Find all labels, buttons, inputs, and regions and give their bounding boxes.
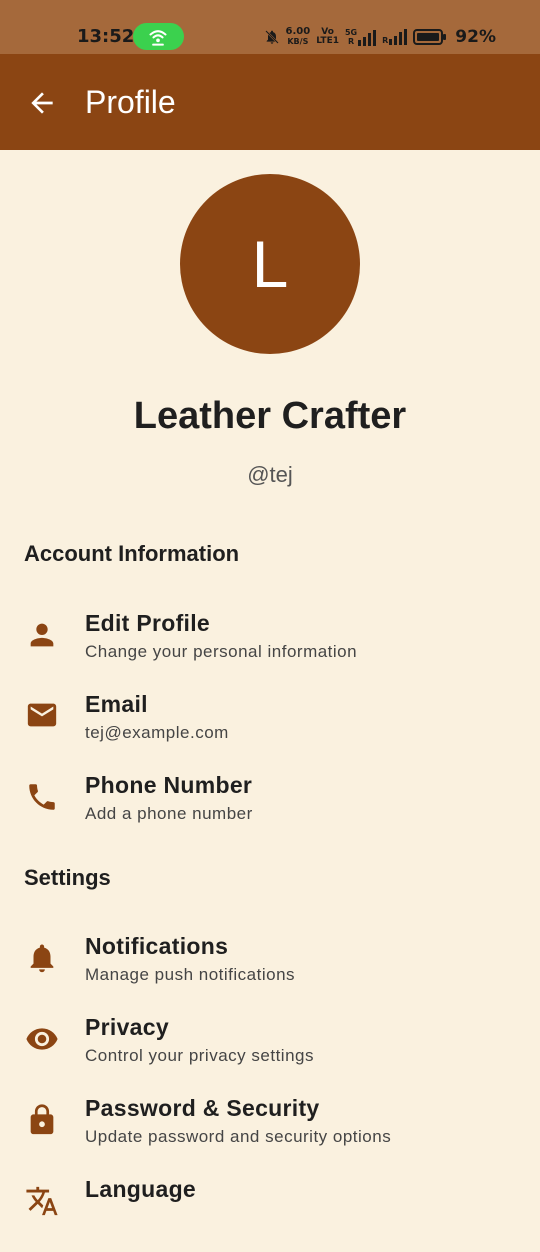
sim2-signal: R: [382, 29, 408, 45]
avatar-initial: L: [251, 227, 289, 301]
sim1-roaming: R: [347, 37, 355, 46]
status-icons: 6.00 KB/S Vo LTE1 5G R R 92%: [264, 27, 496, 47]
net-speed-unit: KB/S: [287, 37, 309, 46]
list-item-title: Language: [85, 1176, 197, 1202]
app-bar: Profile: [0, 54, 540, 150]
list-item-subtitle: tej@example.com: [85, 723, 229, 742]
list-item-title: Email: [85, 691, 148, 717]
list-item-password-security[interactable]: Password & Security Update password and …: [0, 1095, 540, 1171]
list-item-title: Notifications: [85, 933, 229, 959]
network-speed: 6.00 KB/S: [286, 27, 311, 47]
sim1-signal: 5G R: [344, 28, 377, 46]
bell-icon: [30, 944, 54, 973]
sim2-roaming: R: [382, 36, 389, 45]
volte-bottom: LTE1: [316, 36, 339, 46]
phone-icon: [29, 784, 55, 810]
list-item-title: Edit Profile: [85, 610, 211, 636]
list-item-subtitle: Change your personal information: [85, 642, 358, 661]
list-item-notifications[interactable]: Notifications Manage push notifications: [0, 933, 540, 1009]
battery-icon: [413, 29, 447, 45]
list-item-subtitle: Add a phone number: [85, 804, 253, 823]
list-item-phone[interactable]: Phone Number Add a phone number: [0, 772, 540, 848]
section-title-settings: Settings: [24, 865, 111, 890]
page-title: Profile: [85, 84, 176, 120]
net-speed-value: 6.00: [285, 26, 311, 37]
person-icon: [30, 623, 54, 647]
list-item-edit-profile[interactable]: Edit Profile Change your personal inform…: [0, 610, 540, 686]
list-item-title: Password & Security: [85, 1095, 320, 1121]
email-icon: [27, 703, 57, 727]
list-item-subtitle: Manage push notifications: [85, 965, 296, 984]
battery-percent: 92%: [455, 27, 496, 47]
hotspot-indicator[interactable]: [133, 23, 184, 50]
profile-handle: @tej: [247, 462, 293, 487]
list-item-subtitle: Control your privacy settings: [85, 1046, 314, 1065]
profile-name: Leather Crafter: [133, 395, 407, 437]
list-item-subtitle: Update password and security options: [85, 1127, 392, 1146]
mute-icon: [264, 30, 279, 44]
list-item-title: Privacy: [85, 1014, 169, 1040]
signal-bars-icon: [358, 30, 377, 46]
lock-icon: [30, 1104, 54, 1135]
list-item-title: Phone Number: [85, 772, 253, 798]
list-item-privacy[interactable]: Privacy Control your privacy settings: [0, 1014, 540, 1090]
signal-bars-icon: [389, 29, 408, 45]
translate-icon: [26, 1186, 58, 1216]
status-bar: 13:52 6.00 KB/S Vo LTE1 5G R R 92%: [0, 0, 540, 54]
status-time: 13:52: [77, 26, 135, 47]
sim1-tag: 5G: [344, 28, 358, 37]
list-item-language[interactable]: Language: [0, 1176, 540, 1252]
volte-indicator: Vo LTE1: [316, 28, 339, 46]
avatar[interactable]: L: [180, 174, 360, 354]
arrow-left-icon: [31, 92, 53, 114]
hotspot-icon: [149, 30, 167, 46]
eye-icon: [26, 1028, 58, 1050]
back-button[interactable]: [26, 87, 58, 119]
list-item-email[interactable]: Email tej@example.com: [0, 691, 540, 767]
section-title-account: Account Information: [24, 541, 240, 566]
